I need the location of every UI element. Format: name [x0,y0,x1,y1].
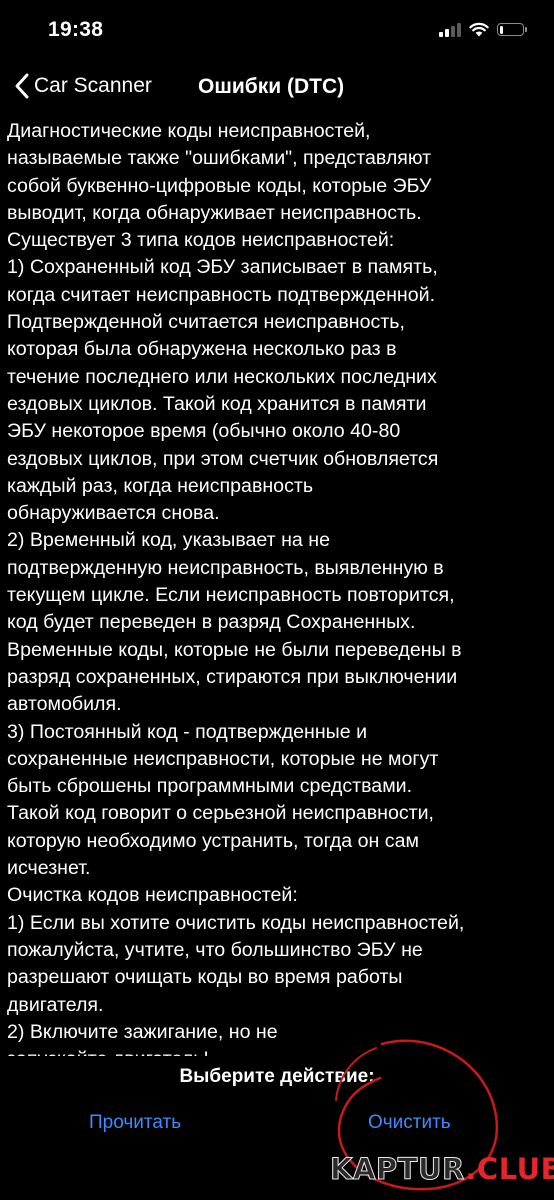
signal-icon [439,22,461,37]
watermark-suffix: CLUB [476,1152,554,1186]
read-button[interactable]: Прочитать [89,1112,181,1134]
action-sheet-title: Выберите действие: [179,1066,375,1087]
clear-button[interactable]: Очистить [368,1112,451,1134]
help-paragraph: Очистка кодов неисправностей: [7,884,298,907]
status-time: 19:38 [48,18,104,41]
back-button-label: Car Scanner [34,74,152,97]
status-icons [439,22,527,37]
battery-icon [497,23,527,36]
watermark-dot: . [465,1152,477,1186]
page-title: Ошибки (DTC) [198,75,345,98]
help-paragraph: 2) Включите зажигание, но не запускайте … [7,1020,278,1056]
status-bar: 19:38 [0,0,554,60]
battery-level [499,25,503,34]
navigation-bar: Car Scanner Ошибки (DTC) [0,66,554,112]
help-paragraph: 1) Если вы хотите очистить коды неисправ… [7,911,465,1016]
chevron-left-icon [15,73,29,99]
watermark-brand: KAPTUR [329,1152,466,1187]
help-paragraph: 1) Сохраненный код ЭБУ записывает в памя… [7,256,439,525]
help-text-view[interactable]: Диагностические коды неисправностей, наз… [7,118,549,1056]
help-paragraph: Диагностические коды неисправностей, наз… [7,120,432,224]
back-button[interactable]: Car Scanner [14,72,152,100]
help-paragraph: 2) Временный код, указывает на не подтве… [7,529,462,716]
help-paragraph: Существует 3 типа кодов неисправностей: [7,229,395,252]
wifi-icon [469,22,489,37]
help-paragraph: 3) Постоянный код - подтвержденные и сох… [7,720,439,880]
watermark-logo: KAPTUR.CLUB [329,1152,554,1187]
